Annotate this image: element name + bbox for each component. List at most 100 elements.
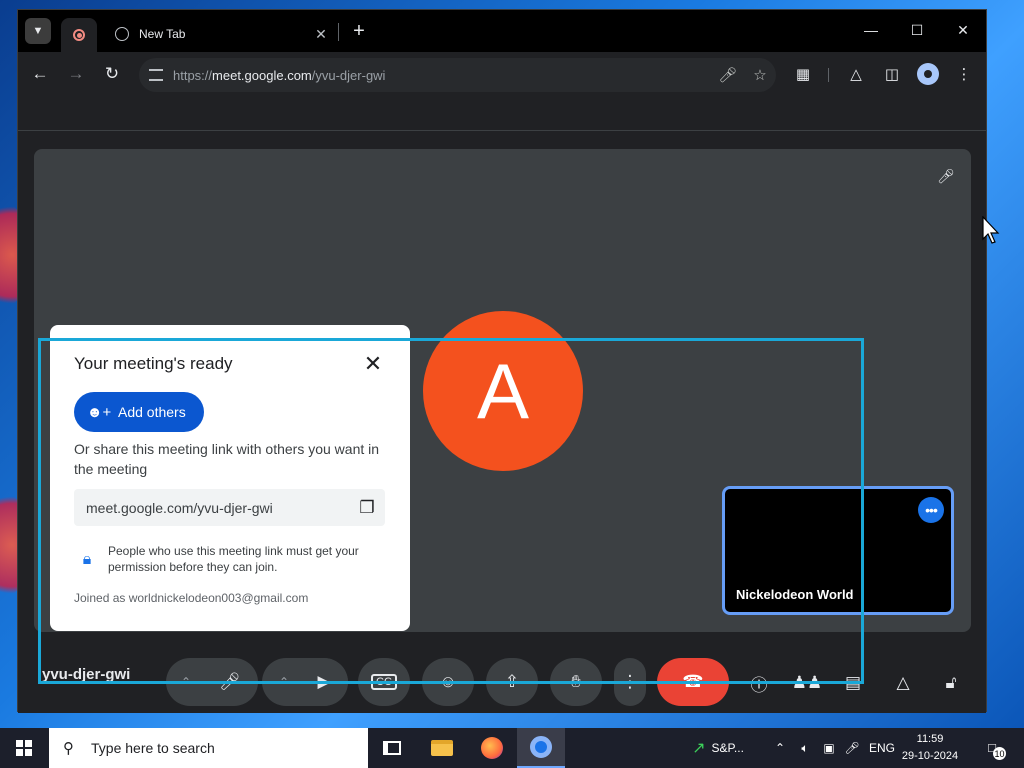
stock-widget[interactable]: ↗ S&P... xyxy=(678,728,758,768)
add-others-button[interactable]: ☻+ Add others xyxy=(74,392,204,432)
emoji-icon: ☺ xyxy=(439,672,457,691)
start-button[interactable] xyxy=(0,728,48,768)
meeting-info-button[interactable]: ⓘ xyxy=(746,670,772,696)
maximize-button[interactable]: ☐ xyxy=(894,10,940,50)
stock-chart-icon: ↗ xyxy=(692,740,706,757)
task-view-icon xyxy=(383,741,401,755)
mic-off-icon: 🎤︎ xyxy=(937,167,955,184)
search-placeholder: Type here to search xyxy=(91,740,215,756)
address-bar[interactable]: https://meet.google.com/yvu-djer-gwi 🎤︎ … xyxy=(139,58,776,92)
microphone-tray-button[interactable]: 🎤︎ xyxy=(843,728,861,768)
microphone-button[interactable]: 🎤︎ xyxy=(206,658,254,706)
more-vert-icon: ⋮ xyxy=(621,672,639,691)
meeting-link-box: meet.google.com/yvu-djer-gwi ❐ xyxy=(74,489,385,526)
menu-kebab-icon[interactable]: ⋮ xyxy=(951,62,977,86)
present-screen-button[interactable]: ⇧ xyxy=(486,658,538,706)
labs-flask-icon[interactable]: △ xyxy=(843,62,869,86)
hand-icon: ✋︎ xyxy=(571,672,581,691)
present-screen-icon: ⇧ xyxy=(504,672,520,691)
speaker-icon: 🔈︎ xyxy=(801,740,809,755)
audio-settings-chevron-icon[interactable]: ⌃ xyxy=(176,672,196,692)
meeting-link-text: meet.google.com/yvu-djer-gwi xyxy=(86,499,273,516)
leave-call-button[interactable]: ☎︎ xyxy=(657,658,729,706)
close-window-button[interactable]: ✕ xyxy=(940,10,986,50)
chevron-up-icon: ⌃ xyxy=(774,741,786,755)
tab-strip: ▼ New Tab ✕ + — ☐ ✕ xyxy=(18,10,986,52)
emoji-reactions-button[interactable]: ☺ xyxy=(422,658,474,706)
joined-as-text: Joined as worldnickelodeon003@gmail.com xyxy=(74,591,309,605)
extensions-icon[interactable]: ▦ xyxy=(790,62,816,86)
recording-tab[interactable] xyxy=(61,18,97,52)
activities-button[interactable]: △ xyxy=(890,670,916,696)
language-indicator[interactable]: ENG xyxy=(866,728,898,768)
new-tab-button[interactable]: + xyxy=(346,18,372,44)
recording-icon xyxy=(73,29,85,41)
close-icon[interactable]: ✕ xyxy=(362,351,384,376)
activities-shapes-icon: △ xyxy=(896,673,910,692)
clock-date: 29-10-2024 xyxy=(901,750,959,762)
self-tile-name: Nickelodeon World xyxy=(736,587,854,602)
self-video-tile[interactable]: ••• Nickelodeon World xyxy=(722,486,954,615)
meeting-code: yvu-djer-gwi xyxy=(42,666,131,683)
captions-button[interactable]: CC xyxy=(358,658,410,706)
people-icon: ♟♟ xyxy=(791,673,823,692)
people-button[interactable]: ♟♟ xyxy=(791,670,823,696)
site-info-icon[interactable] xyxy=(149,69,163,81)
reload-button[interactable]: ↻ xyxy=(99,62,125,86)
video-settings-chevron-icon[interactable]: ⌃ xyxy=(274,672,294,692)
windows-logo-icon xyxy=(16,740,32,756)
firefox-button[interactable] xyxy=(468,728,516,768)
file-explorer-button[interactable] xyxy=(418,728,466,768)
phone-hangup-icon: ☎︎ xyxy=(682,672,704,691)
clock-time: 11:59 xyxy=(916,733,944,745)
mouse-cursor xyxy=(982,215,1000,249)
microphone-icon[interactable]: 🎤︎ xyxy=(712,60,744,90)
chrome-icon xyxy=(530,736,552,758)
toolbar-separator xyxy=(828,68,829,82)
back-button[interactable]: ← xyxy=(27,62,53,86)
chat-button[interactable]: ▤ xyxy=(840,670,866,696)
more-options-icon[interactable]: ••• xyxy=(918,497,944,523)
more-options-button[interactable]: ⋮ xyxy=(614,658,646,706)
notification-center-button[interactable]: □ 10 xyxy=(980,736,1006,760)
volume-button[interactable]: 🔈︎ xyxy=(795,728,815,768)
clock[interactable]: 11:59 29-10-2024 xyxy=(900,731,960,765)
host-controls-button[interactable]: 🔓︎ xyxy=(938,670,964,696)
bookmark-star-icon[interactable]: ☆ xyxy=(744,60,776,90)
microphone-icon: 🎤︎ xyxy=(844,741,860,755)
info-icon: ⓘ xyxy=(750,675,768,695)
permission-note: People who use this meeting link must ge… xyxy=(108,544,359,574)
show-hidden-icons-button[interactable]: ⌃ xyxy=(770,728,790,768)
browser-toolbar: ← → ↻ https://meet.google.com/yvu-djer-g… xyxy=(18,52,986,96)
minimize-button[interactable]: — xyxy=(848,10,894,50)
browser-window: ▼ New Tab ✕ + — ☐ ✕ ← → ↻ https://meet.g… xyxy=(17,9,987,713)
add-person-icon: ☻+ xyxy=(86,403,112,421)
share-instructions: Or share this meeting link with others y… xyxy=(74,441,380,477)
search-icon: ⚲ xyxy=(63,740,74,757)
camera-button[interactable]: ▶ xyxy=(300,658,348,706)
profile-avatar[interactable] xyxy=(917,63,939,85)
forward-button[interactable]: → xyxy=(63,62,89,86)
network-button[interactable]: ▣ xyxy=(819,728,839,768)
dialog-title: Your meeting's ready xyxy=(74,354,233,373)
copy-icon[interactable]: ❐ xyxy=(349,490,385,526)
tab-search-button[interactable]: ▼ xyxy=(25,18,51,44)
meeting-controls-bar: yvu-djer-gwi ⌃ 🎤︎ ⌃ ▶ CC ☺ ⇧ ✋︎ ⋮ ☎︎ ⓘ ♟… xyxy=(18,642,986,707)
bookmarks-bar xyxy=(18,96,986,131)
microphone-icon: 🎤︎ xyxy=(219,672,241,691)
taskbar-search-box[interactable]: ⚲ Type here to search xyxy=(49,728,368,768)
close-tab-icon[interactable]: ✕ xyxy=(312,26,330,43)
add-others-label: Add others xyxy=(118,404,186,420)
windows-taskbar: ⚲ Type here to search ↗ S&P... ⌃ 🔈︎ ▣ 🎤︎… xyxy=(0,728,1024,768)
chrome-button[interactable] xyxy=(517,728,565,768)
stock-label: S&P... xyxy=(711,741,744,755)
shield-lock-icon: 🔒︎ xyxy=(82,551,92,568)
side-panel-icon[interactable]: ◫ xyxy=(879,62,905,86)
meet-page: 🎤︎ A ••• Nickelodeon World Your meeting'… xyxy=(18,132,986,713)
folder-icon xyxy=(431,740,453,756)
tab-new-tab[interactable]: New Tab ✕ xyxy=(102,16,338,52)
chat-icon: ▤ xyxy=(844,673,862,692)
task-view-button[interactable] xyxy=(368,728,416,768)
globe-icon xyxy=(115,27,129,41)
raise-hand-button[interactable]: ✋︎ xyxy=(550,658,602,706)
